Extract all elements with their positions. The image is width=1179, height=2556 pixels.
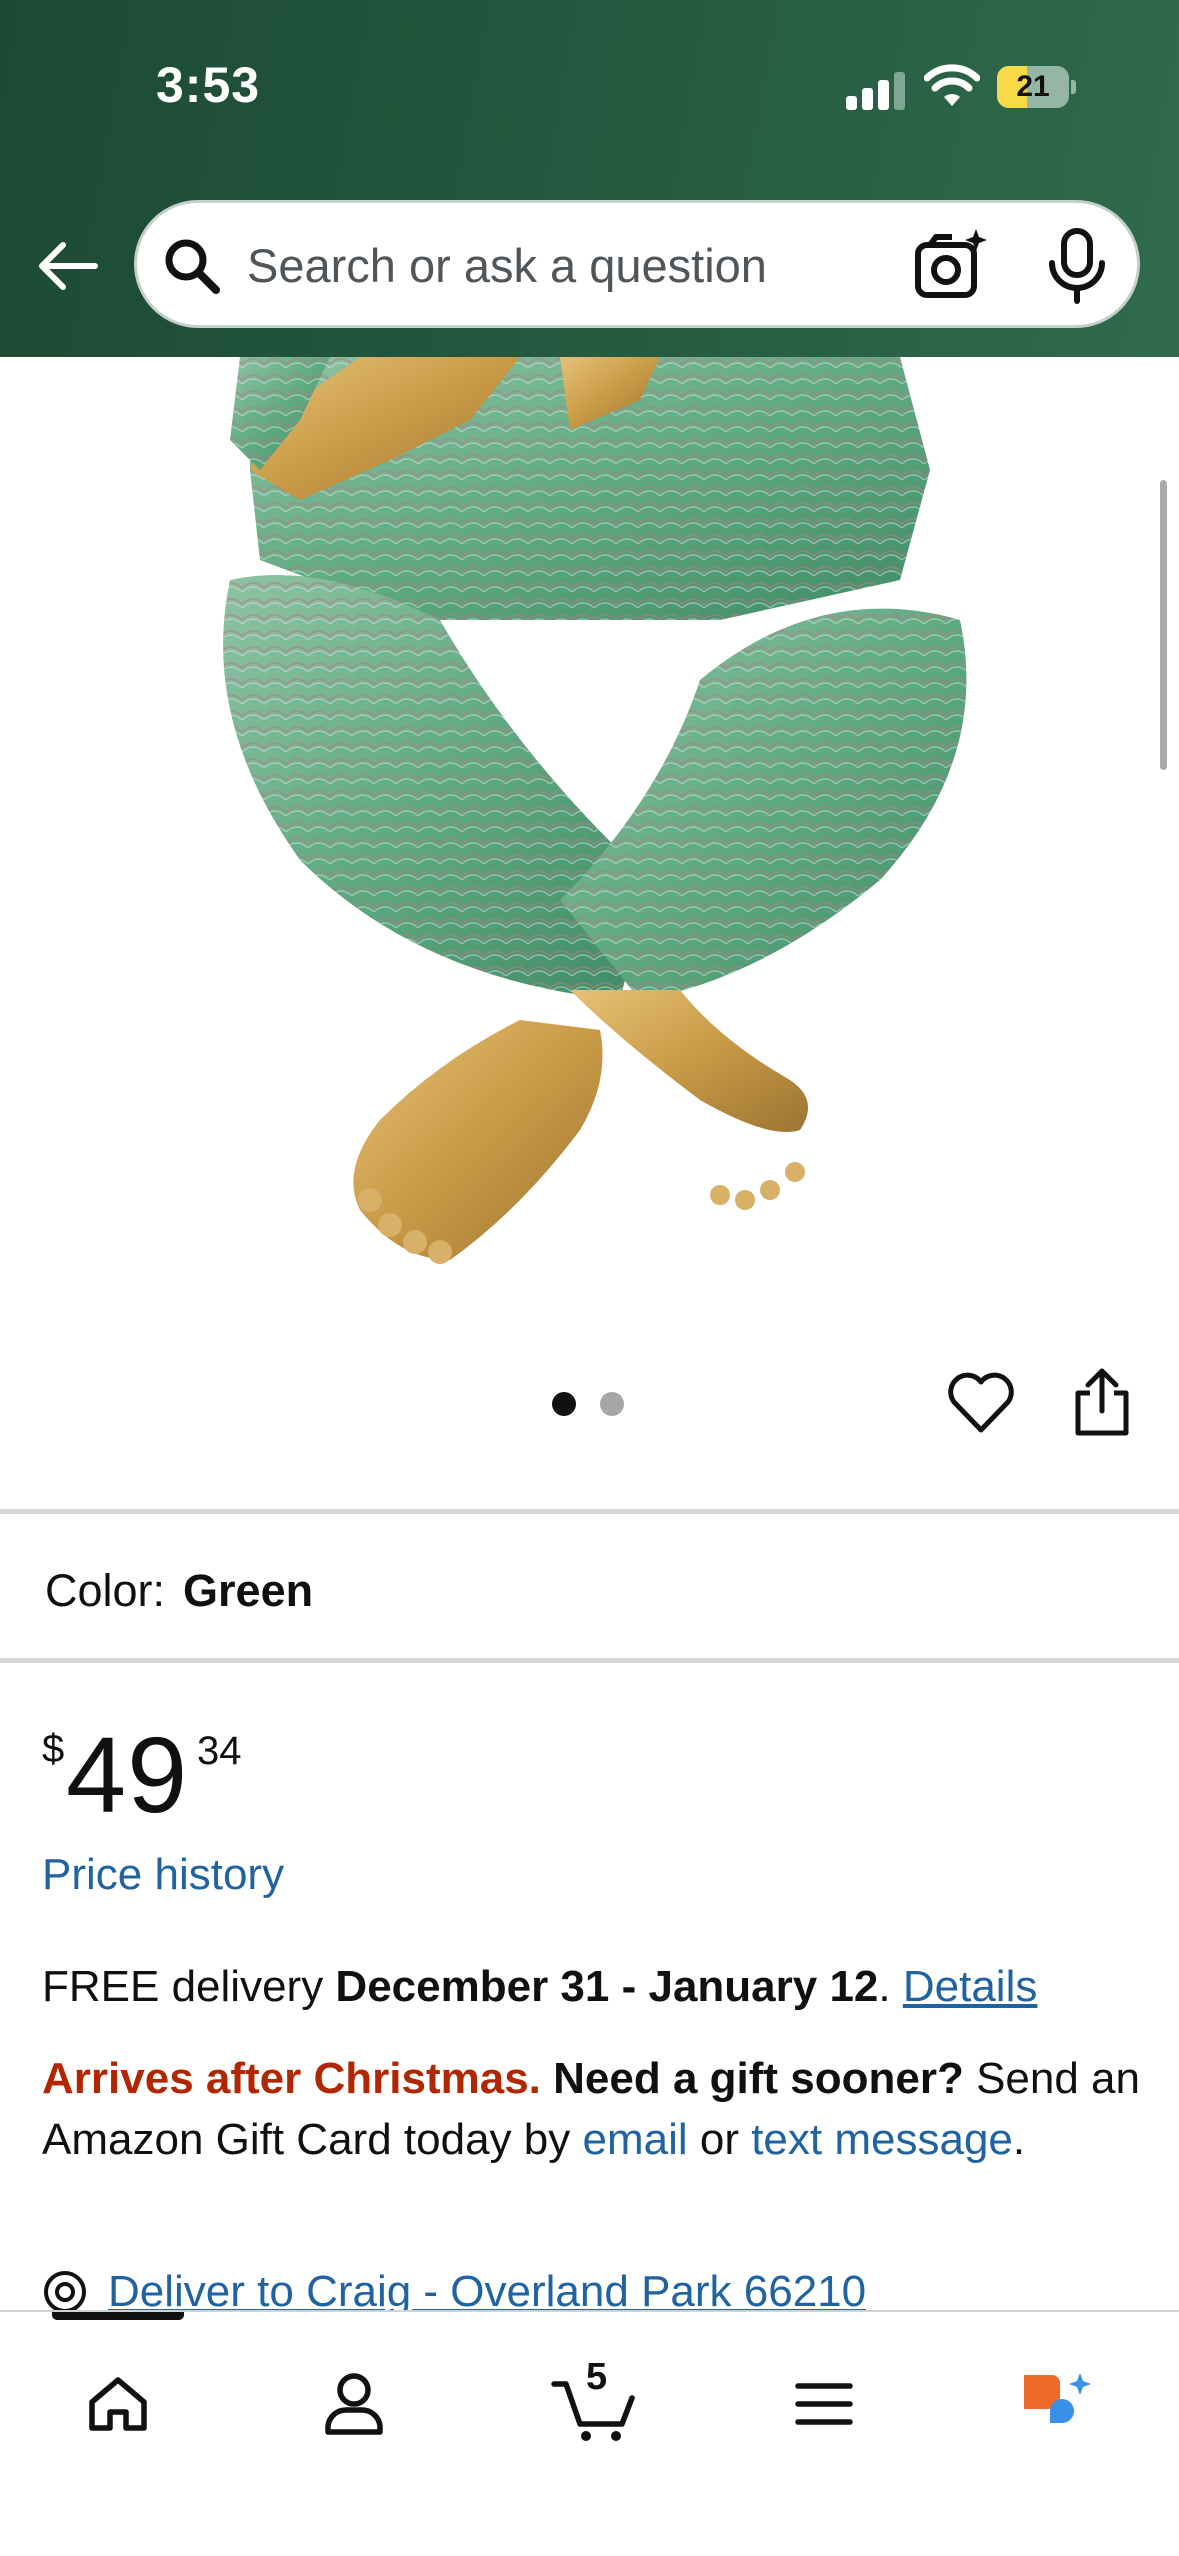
product-photo <box>223 357 967 1264</box>
section-divider <box>0 1658 1179 1663</box>
delivery-info: FREE delivery December 31 - January 12. … <box>42 1957 1142 2017</box>
tab-home[interactable] <box>68 2354 168 2454</box>
search-icon <box>165 239 220 294</box>
scrollbar[interactable] <box>1160 480 1167 770</box>
color-value: Green <box>183 1565 314 1616</box>
share-icon[interactable] <box>1070 1365 1134 1437</box>
tab-profile[interactable] <box>304 2354 404 2454</box>
tab-cart[interactable]: 5 <box>540 2354 650 2454</box>
cellular-signal-icon <box>846 70 908 110</box>
home-icon <box>89 2377 147 2431</box>
gift-notice: Arrives after Christmas. Need a gift soo… <box>42 2048 1152 2170</box>
carousel-dot-2[interactable] <box>600 1392 624 1416</box>
price-fraction: 34 <box>197 1729 242 1773</box>
battery-level: 21 <box>1016 70 1050 103</box>
active-tab-indicator <box>52 2312 184 2320</box>
text-message-gift-link[interactable]: text message <box>751 2115 1013 2164</box>
gift-question: Need a gift sooner? <box>553 2054 964 2103</box>
wishlist-heart-icon[interactable] <box>946 1370 1016 1436</box>
color-label: Color: <box>45 1565 166 1616</box>
search-bar[interactable] <box>134 200 1140 328</box>
bottom-tab-bar: 5 <box>0 2310 1179 2556</box>
price-currency: $ <box>42 1727 65 1771</box>
status-time: 3:53 <box>156 57 261 113</box>
back-button[interactable] <box>34 232 102 300</box>
microphone-icon[interactable] <box>1042 227 1112 307</box>
menu-icon <box>795 2383 853 2425</box>
color-selection[interactable]: Color: Green <box>45 1565 313 1617</box>
battery-icon: 21 <box>997 66 1077 108</box>
image-carousel-dots[interactable] <box>552 1392 624 1418</box>
search-input[interactable] <box>247 227 897 303</box>
price-whole: 49 <box>66 1714 189 1835</box>
profile-icon <box>325 2373 383 2435</box>
arrival-warning: Arrives after Christmas. <box>42 2054 541 2103</box>
price-history-link[interactable]: Price history <box>42 1850 284 1900</box>
delivery-details-link[interactable]: Details <box>903 1962 1038 2011</box>
product-image[interactable] <box>0 357 1179 1307</box>
gift-text-2: or <box>687 2115 752 2164</box>
delivery-period: . <box>878 1962 903 2011</box>
camera-search-icon[interactable] <box>912 227 992 307</box>
section-divider <box>0 1509 1179 1514</box>
app-header: 3:53 21 <box>0 0 1179 357</box>
cart-count: 5 <box>586 2356 608 2398</box>
rufus-icon <box>1024 2373 1091 2423</box>
carousel-dot-1[interactable] <box>552 1392 576 1416</box>
tab-rufus[interactable] <box>1008 2354 1108 2454</box>
location-pin-icon <box>44 2271 86 2313</box>
tab-menu[interactable] <box>774 2354 874 2454</box>
email-gift-link[interactable]: email <box>582 2115 687 2164</box>
arrow-left-icon <box>39 242 98 290</box>
wifi-icon <box>924 64 980 106</box>
gift-text-end: . <box>1012 2115 1026 2164</box>
delivery-dates: December 31 - January 12 <box>335 1962 879 2011</box>
delivery-prefix: FREE delivery <box>42 1962 336 2011</box>
